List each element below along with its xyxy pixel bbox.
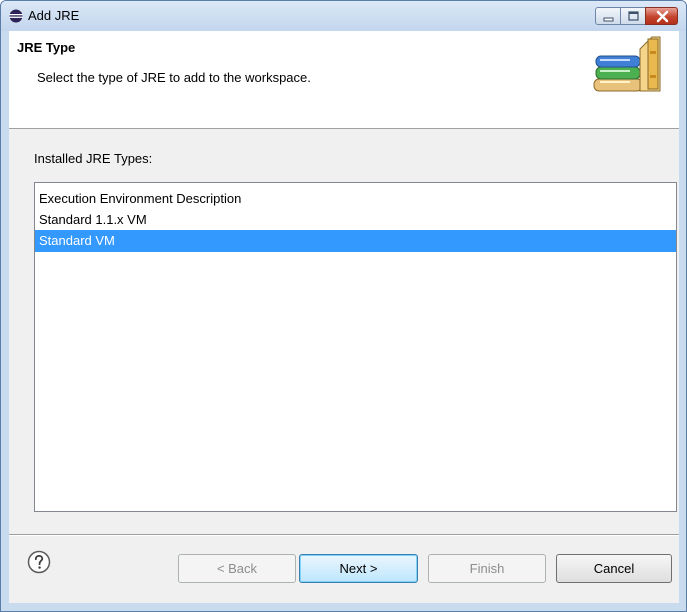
finish-button[interactable]: Finish xyxy=(428,554,546,583)
maximize-icon xyxy=(628,11,639,21)
close-icon xyxy=(656,10,669,23)
close-button[interactable] xyxy=(645,7,678,25)
minimize-button[interactable] xyxy=(595,7,621,25)
title-bar[interactable]: Add JRE xyxy=(1,1,686,31)
library-books-icon xyxy=(593,36,661,92)
next-button[interactable]: Next > xyxy=(299,554,418,583)
add-jre-dialog: Add JRE JRE Type Select the type of JRE … xyxy=(0,0,687,612)
list-item-standard-1-1-x-vm[interactable]: Standard 1.1.x VM xyxy=(35,209,676,231)
minimize-icon xyxy=(603,17,614,22)
help-icon[interactable] xyxy=(27,550,51,574)
jre-types-list[interactable]: Execution Environment Description Standa… xyxy=(34,182,677,512)
button-bar-separator xyxy=(9,534,679,536)
dialog-content: JRE Type Select the type of JRE to add t… xyxy=(9,31,679,603)
window-title: Add JRE xyxy=(28,8,80,23)
installed-jre-types-label: Installed JRE Types: xyxy=(34,151,153,166)
list-item-standard-vm[interactable]: Standard VM xyxy=(35,230,676,252)
cancel-button[interactable]: Cancel xyxy=(556,554,672,583)
list-item-execution-environment[interactable]: Execution Environment Description xyxy=(35,188,676,210)
maximize-button[interactable] xyxy=(620,7,646,25)
page-title: JRE Type xyxy=(17,40,76,55)
back-button[interactable]: < Back xyxy=(178,554,296,583)
eclipse-icon xyxy=(9,9,23,23)
wizard-header: JRE Type Select the type of JRE to add t… xyxy=(9,31,679,129)
page-description: Select the type of JRE to add to the wor… xyxy=(37,70,311,85)
